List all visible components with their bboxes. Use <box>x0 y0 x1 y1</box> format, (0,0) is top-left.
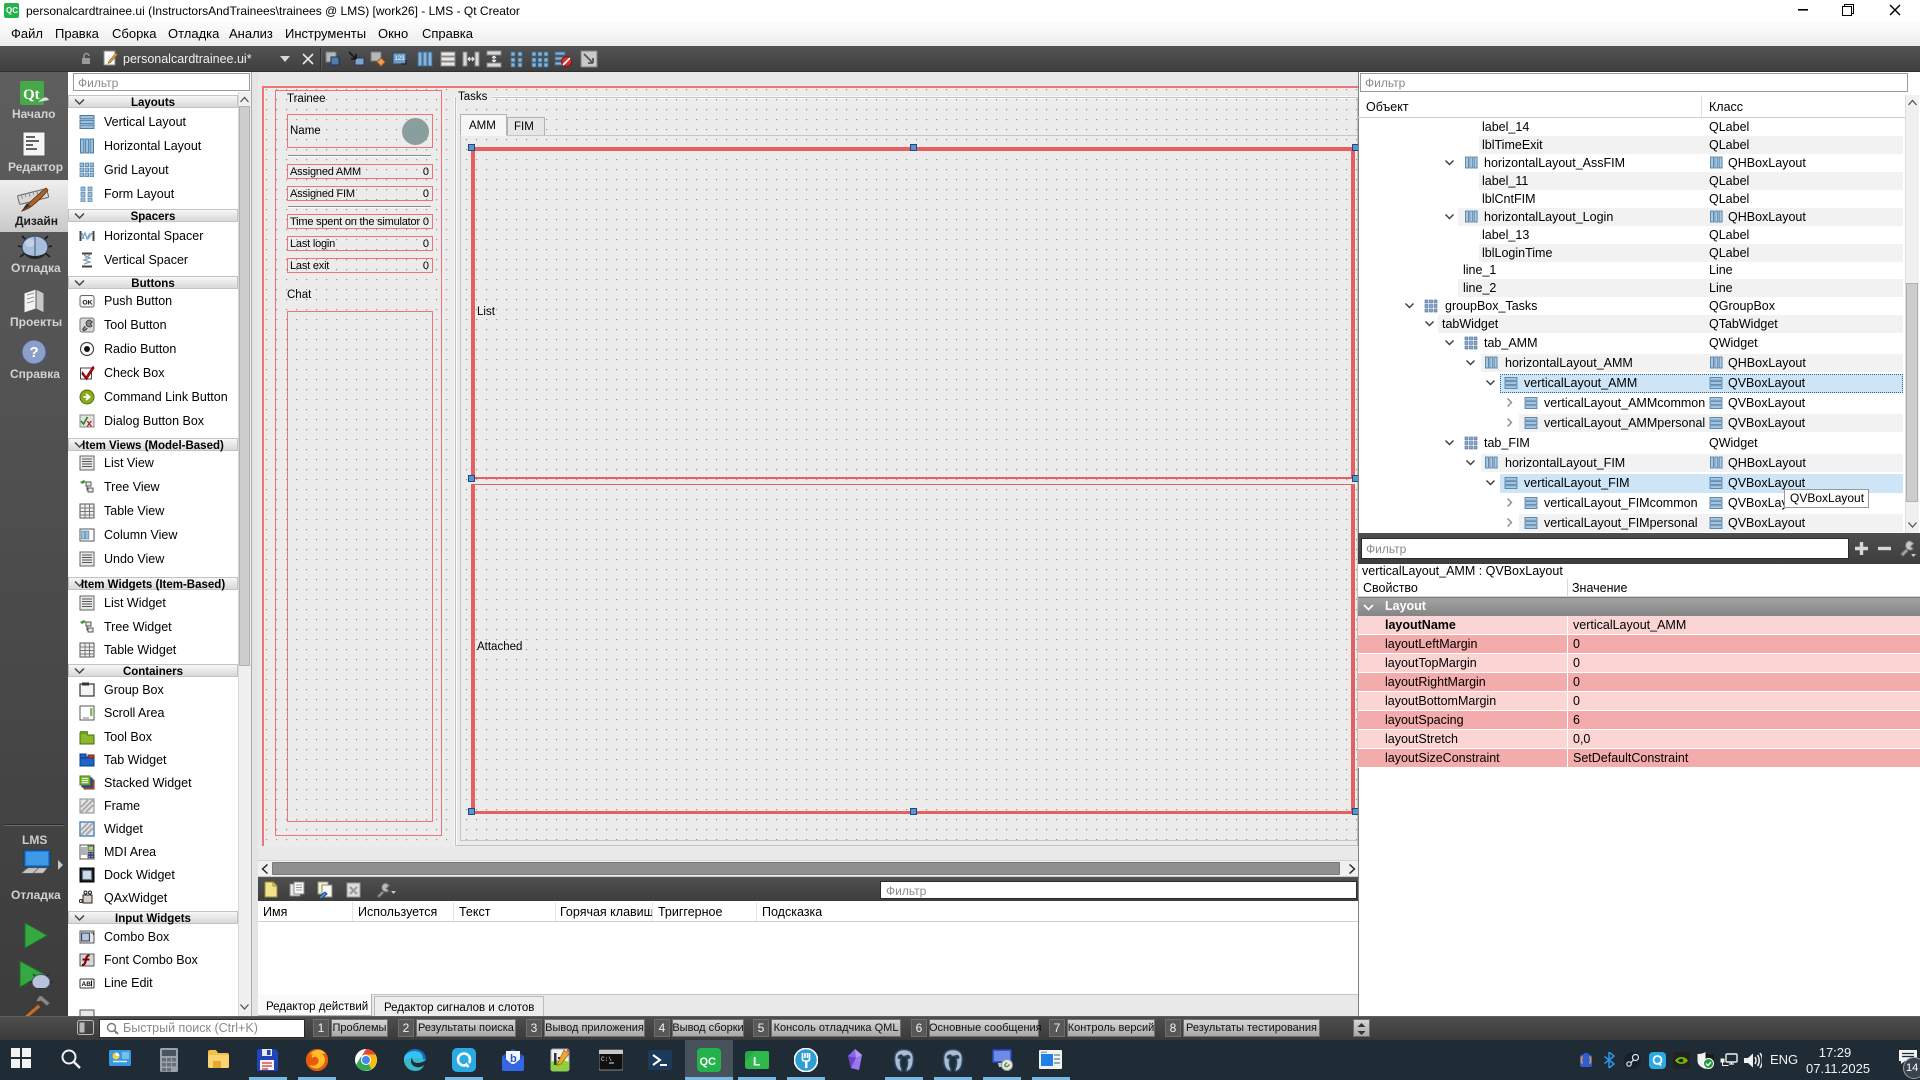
svg-text:L: L <box>753 1055 760 1069</box>
svg-text:?: ? <box>30 344 39 361</box>
svg-text:OK: OK <box>82 300 92 307</box>
svg-text:AB: AB <box>82 981 92 988</box>
svg-text:QC: QC <box>700 1056 717 1068</box>
svg-text:Qt: Qt <box>23 87 40 103</box>
svg-text:C:\: C:\ <box>601 1056 612 1063</box>
svg-text:123: 123 <box>395 56 406 62</box>
svg-text:x: x <box>87 419 93 430</box>
